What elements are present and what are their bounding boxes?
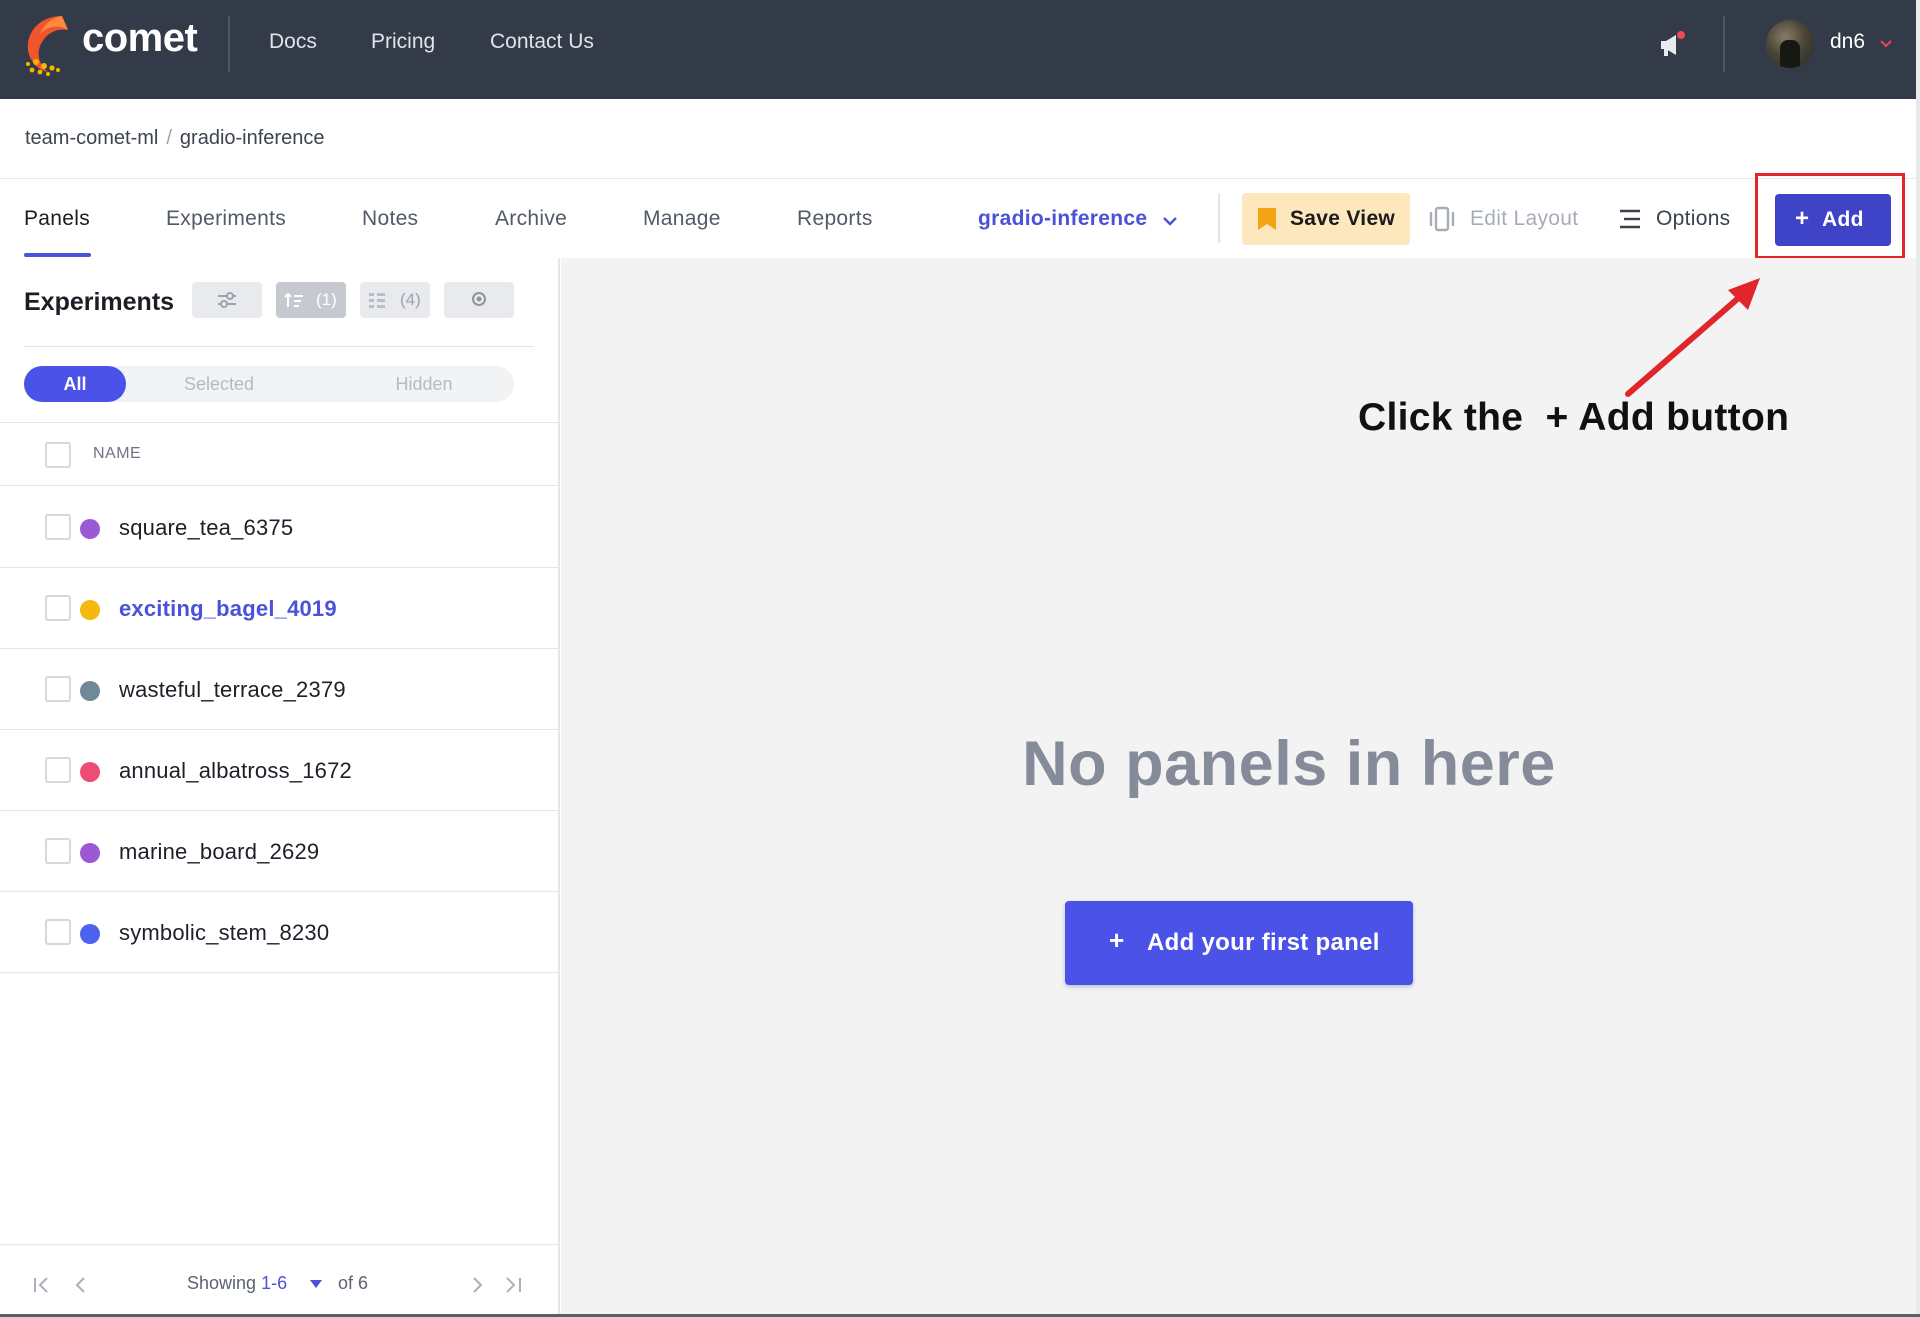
experiment-checkbox[interactable]: [45, 919, 71, 945]
save-view-button[interactable]: Save View: [1242, 193, 1410, 245]
visibility-button[interactable]: [444, 282, 514, 318]
segment-hidden[interactable]: Hidden: [359, 366, 489, 402]
pagination: Showing 1-6 of 6: [0, 1244, 560, 1317]
add-first-panel-label: Add your first panel: [1147, 929, 1380, 956]
toolbar-divider: [1218, 193, 1220, 243]
experiment-row[interactable]: symbolic_stem_8230: [0, 892, 560, 973]
next-page-icon[interactable]: [466, 1274, 488, 1296]
experiment-checkbox[interactable]: [45, 514, 71, 540]
caret-down-icon[interactable]: [309, 1279, 323, 1289]
project-tab-bar: Panels Experiments Notes Archive Manage …: [0, 178, 1916, 258]
nav-link-contact-us[interactable]: Contact Us: [490, 30, 594, 54]
segment-selected[interactable]: Selected: [154, 366, 284, 402]
experiment-checkbox[interactable]: [45, 757, 71, 783]
view-selector[interactable]: gradio-inference: [978, 207, 1147, 231]
breadcrumb-workspace[interactable]: team-comet-ml: [25, 127, 158, 149]
navbar-divider: [1723, 16, 1725, 72]
edit-layout-icon: [1429, 206, 1455, 232]
previous-page-icon[interactable]: [70, 1274, 92, 1296]
tab-panels[interactable]: Panels: [24, 207, 90, 231]
save-view-label: Save View: [1290, 207, 1396, 230]
experiment-list-header: NAME: [0, 422, 560, 486]
chevron-down-icon[interactable]: [1878, 36, 1894, 52]
group-button[interactable]: (4): [360, 282, 430, 318]
experiment-color-dot[interactable]: [80, 519, 100, 539]
experiment-name[interactable]: annual_albatross_1672: [119, 758, 352, 784]
first-page-icon[interactable]: [32, 1274, 54, 1296]
filter-sliders-icon: [218, 292, 236, 308]
nav-link-docs[interactable]: Docs: [269, 30, 317, 54]
visibility-segmented-control: All Selected Hidden: [24, 366, 514, 402]
experiment-row[interactable]: square_tea_6375: [0, 487, 560, 568]
sidebar-divider: [24, 346, 534, 347]
experiment-color-dot[interactable]: [80, 681, 100, 701]
tab-reports[interactable]: Reports: [797, 207, 873, 231]
experiment-row[interactable]: marine_board_2629: [0, 811, 560, 892]
username[interactable]: dn6: [1830, 30, 1865, 54]
experiment-color-dot[interactable]: [80, 924, 100, 944]
navbar-divider: [228, 16, 230, 72]
sort-button[interactable]: (1): [276, 282, 346, 318]
breadcrumb-separator: /: [166, 127, 172, 149]
pagination-total: of 6: [338, 1273, 369, 1293]
experiment-row[interactable]: annual_albatross_1672: [0, 730, 560, 811]
top-navbar: comet Docs Pricing Contact Us dn6: [0, 0, 1920, 99]
column-header-name[interactable]: NAME: [93, 445, 141, 463]
breadcrumb-project[interactable]: gradio-inference: [180, 127, 325, 149]
empty-state-title: No panels in here: [1022, 729, 1556, 799]
group-list-icon: [369, 293, 385, 308]
filter-button[interactable]: [192, 282, 262, 318]
target-icon: [472, 292, 486, 306]
tab-experiments[interactable]: Experiments: [166, 207, 286, 231]
tutorial-annotation-text: Click the + Add button: [1358, 396, 1790, 439]
options-label: Options: [1656, 207, 1731, 230]
segment-all[interactable]: All: [24, 366, 126, 402]
experiment-row[interactable]: exciting_bagel_4019: [0, 568, 560, 649]
comet-logo-icon[interactable]: [22, 12, 74, 76]
experiment-color-dot[interactable]: [80, 600, 100, 620]
tab-notes[interactable]: Notes: [362, 207, 418, 231]
add-button-highlight-annotation: [1755, 173, 1905, 259]
experiment-checkbox[interactable]: [45, 595, 71, 621]
experiment-checkbox[interactable]: [45, 838, 71, 864]
pagination-range[interactable]: 1-6: [261, 1273, 287, 1293]
experiment-name[interactable]: symbolic_stem_8230: [119, 920, 329, 946]
experiments-sidebar: Experiments (1) (4) All Selected Hidden …: [0, 258, 560, 1317]
experiment-row[interactable]: wasteful_terrace_2379: [0, 649, 560, 730]
last-page-icon[interactable]: [502, 1274, 524, 1296]
nav-link-pricing[interactable]: Pricing: [371, 30, 435, 54]
sort-icon: [284, 292, 303, 307]
brand-name[interactable]: comet: [82, 16, 198, 61]
active-tab-indicator: [24, 253, 91, 257]
tab-manage[interactable]: Manage: [643, 207, 721, 231]
experiment-name[interactable]: square_tea_6375: [119, 515, 293, 541]
user-avatar[interactable]: [1766, 20, 1814, 68]
window-edge: [1916, 0, 1920, 1317]
edit-layout-label: Edit Layout: [1470, 207, 1579, 230]
add-first-panel-button[interactable]: + Add your first panel: [1065, 901, 1413, 985]
pagination-label: Showing: [187, 1273, 257, 1293]
pagination-info: Showing 1-6: [187, 1273, 287, 1294]
plus-icon: +: [1109, 925, 1125, 955]
bookmark-icon: [1258, 208, 1276, 230]
select-all-checkbox[interactable]: [45, 442, 71, 468]
annotation-arrow-icon: [1625, 278, 1760, 397]
experiment-name[interactable]: wasteful_terrace_2379: [119, 677, 346, 703]
chevron-down-icon[interactable]: [1160, 211, 1180, 231]
group-count: (4): [400, 290, 421, 309]
experiment-color-dot[interactable]: [80, 843, 100, 863]
options-list-icon: [1620, 209, 1640, 229]
announcements-megaphone-icon[interactable]: [1657, 30, 1687, 60]
experiment-color-dot[interactable]: [80, 762, 100, 782]
experiment-name[interactable]: exciting_bagel_4019: [119, 596, 337, 622]
experiment-name[interactable]: marine_board_2629: [119, 839, 319, 865]
breadcrumb: team-comet-ml / gradio-inference: [25, 127, 324, 150]
tab-archive[interactable]: Archive: [495, 207, 567, 231]
sort-count: (1): [316, 290, 337, 309]
sidebar-title: Experiments: [24, 288, 175, 316]
experiment-checkbox[interactable]: [45, 676, 71, 702]
